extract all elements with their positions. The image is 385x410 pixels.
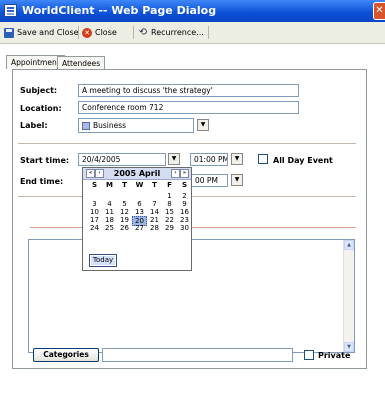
close-label: Close: [95, 28, 117, 37]
next-month-button[interactable]: ›: [171, 169, 180, 178]
close-button[interactable]: ✕ Close: [82, 25, 117, 40]
save-and-close-button[interactable]: Save and Close: [4, 25, 79, 40]
tab-appointment[interactable]: Appointment: [6, 55, 65, 69]
scroll-up-button[interactable]: ▲: [344, 240, 354, 250]
window-title: WorldClient -- Web Page Dialog: [22, 4, 217, 17]
calendar-day[interactable]: 21: [147, 216, 162, 224]
calendar-day[interactable]: 6: [132, 200, 147, 208]
notes-scrollbar[interactable]: ▲ ▼: [343, 240, 354, 352]
day-of-week-header: S: [91, 181, 98, 189]
day-of-week-header: W: [135, 181, 144, 189]
calendar-day[interactable]: 18: [102, 216, 117, 224]
calendar-month-label: 2005 April: [113, 169, 161, 178]
prev-year-button[interactable]: «: [86, 169, 95, 178]
calendar-day[interactable]: 27: [132, 224, 147, 232]
day-of-week-header: S: [181, 181, 188, 189]
toolbar-divider: [78, 26, 79, 39]
start-time-dropdown-button[interactable]: ▼: [231, 153, 243, 165]
calendar-day[interactable]: 13: [132, 208, 147, 216]
calendar-day[interactable]: 23: [177, 216, 192, 224]
section-divider: [18, 143, 356, 144]
label-select-value: Business: [93, 121, 127, 130]
calendar-day[interactable]: 10: [87, 208, 102, 216]
calendar-day[interactable]: 4: [102, 200, 117, 208]
toolbar: Save and Close ✕ Close ⟲ Recurrence...: [0, 22, 385, 44]
close-circle-icon: ✕: [82, 27, 92, 38]
calendar-day[interactable]: 8: [162, 200, 177, 208]
calendar-day[interactable]: 16: [177, 208, 192, 216]
calendar-day[interactable]: 25: [102, 224, 117, 232]
label-select[interactable]: Business: [78, 118, 194, 133]
calendar-day[interactable]: 19: [117, 216, 132, 224]
start-date-input[interactable]: 20/4/2005: [78, 153, 166, 166]
calendar-day[interactable]: 17: [87, 216, 102, 224]
end-time-label: End time:: [20, 177, 64, 186]
toolbar-divider: [133, 26, 134, 39]
recurrence-label: Recurrence...: [151, 28, 204, 37]
categories-button[interactable]: Categories: [33, 348, 99, 362]
all-day-event-label: All Day Event: [273, 156, 333, 165]
calendar-day[interactable]: 14: [147, 208, 162, 216]
calendar-header: « ‹ 2005 April › »: [83, 168, 191, 180]
label-dropdown-button[interactable]: ▼: [197, 119, 209, 131]
location-label: Location:: [20, 104, 62, 113]
subject-input[interactable]: A meeting to discuss 'the strategy': [78, 84, 299, 97]
subject-label: Subject:: [20, 86, 58, 95]
private-checkbox[interactable]: [304, 350, 314, 360]
start-time-label: Start time:: [20, 156, 70, 165]
recurrence-icon: ⟲: [138, 26, 148, 38]
recurrence-button[interactable]: ⟲ Recurrence...: [138, 25, 204, 40]
calendar-day[interactable]: 22: [162, 216, 177, 224]
calendar-day[interactable]: 26: [117, 224, 132, 232]
calendar-day[interactable]: 5: [117, 200, 132, 208]
calendar-day[interactable]: 2: [177, 192, 192, 200]
label-color-swatch: [82, 122, 90, 130]
today-button[interactable]: Today: [89, 254, 117, 267]
start-date-dropdown-button[interactable]: ▼: [168, 153, 180, 165]
day-of-week-header: M: [106, 181, 113, 189]
calendar-day[interactable]: 24: [87, 224, 102, 232]
section-divider: [30, 227, 356, 228]
calendar-day[interactable]: 1: [162, 192, 177, 200]
next-year-button[interactable]: »: [180, 169, 189, 178]
day-of-week-header: T: [152, 181, 157, 189]
save-and-close-label: Save and Close: [17, 28, 79, 37]
calendar-day[interactable]: 11: [102, 208, 117, 216]
calendar-day[interactable]: 15: [162, 208, 177, 216]
label-label: Label:: [20, 121, 48, 130]
categories-input[interactable]: [102, 348, 293, 362]
window-icon: [4, 4, 17, 17]
toolbar-divider: [208, 26, 209, 39]
title-bar: WorldClient -- Web Page Dialog ✕: [0, 0, 385, 22]
day-of-week-header: F: [167, 181, 172, 189]
calendar-day[interactable]: 30: [177, 224, 192, 232]
calendar-day[interactable]: 7: [147, 200, 162, 208]
tab-attendees[interactable]: Attendees: [57, 56, 106, 70]
location-input[interactable]: Conference room 712: [78, 101, 299, 114]
private-label: Private: [318, 351, 351, 360]
floppy-disk-icon: [4, 27, 14, 38]
all-day-event-checkbox[interactable]: [258, 154, 268, 164]
calendar-day[interactable]: 28: [147, 224, 162, 232]
end-time-input[interactable]: 00 PM: [192, 174, 228, 187]
day-of-week-header: T: [122, 181, 127, 189]
calendar-day[interactable]: 9: [177, 200, 192, 208]
close-window-button[interactable]: ✕: [373, 2, 385, 20]
calendar-day[interactable]: 3: [87, 200, 102, 208]
calendar-day[interactable]: 29: [162, 224, 177, 232]
calendar-day[interactable]: 12: [117, 208, 132, 216]
date-picker-popup: « ‹ 2005 April › » S M T W T F S 1 2 3 4 5 6 7 8 9 10 11 1…: [82, 167, 192, 271]
end-time-dropdown-button[interactable]: ▼: [231, 174, 243, 186]
start-time-input[interactable]: 01:00 PM: [190, 153, 228, 166]
